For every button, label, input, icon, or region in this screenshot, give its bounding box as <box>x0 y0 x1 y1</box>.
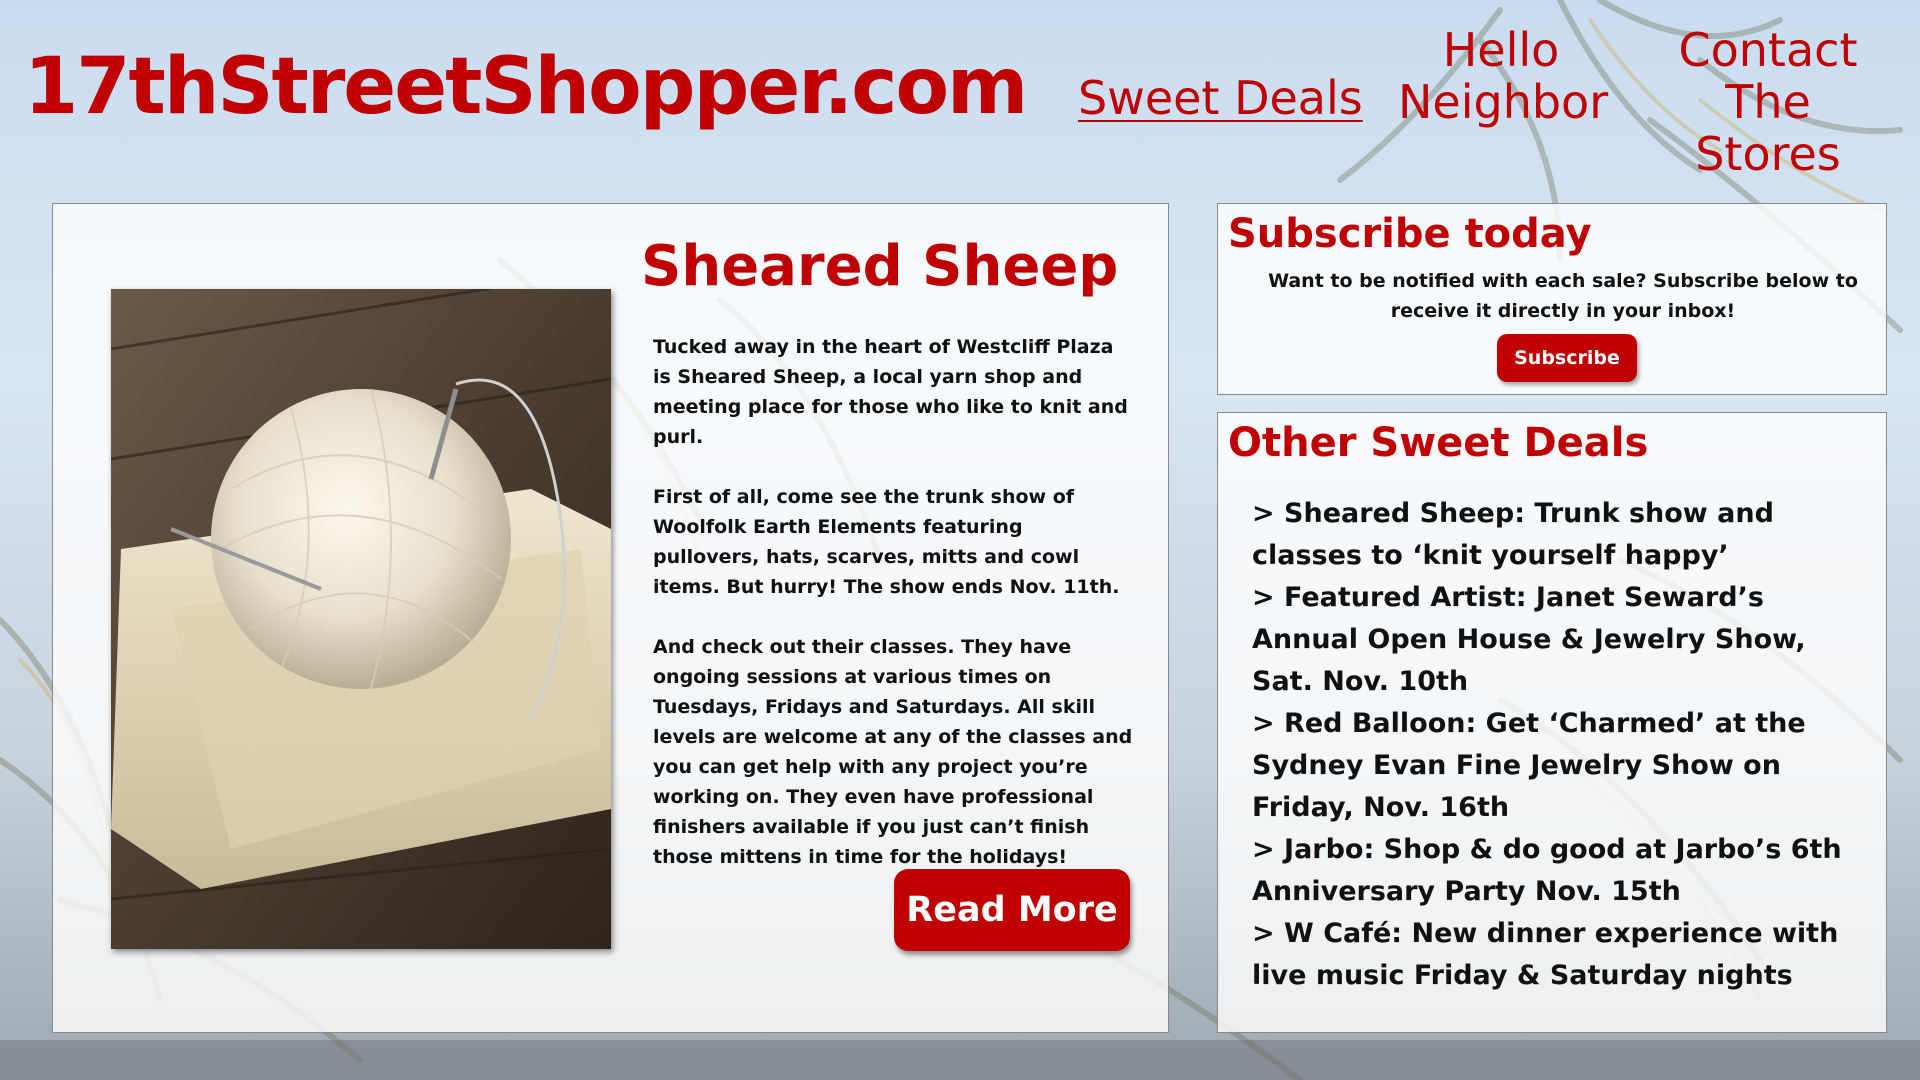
article-panel: Sheared Sheep Tucked away in the heart o… <box>52 203 1169 1033</box>
nav-hello-neighbor[interactable]: Hello Neighbor <box>1398 23 1609 129</box>
subscribe-button[interactable]: Subscribe <box>1497 334 1637 382</box>
subscribe-title: Subscribe today <box>1228 211 1592 257</box>
nav-contact-line1: Contact <box>1678 23 1858 77</box>
subscribe-text: Want to be notified with each sale? Subs… <box>1268 270 1858 322</box>
deal-link[interactable]: > Sheared Sheep: Trunk show and classes … <box>1252 493 1862 577</box>
article-body: Tucked away in the heart of Westcliff Pl… <box>653 332 1133 902</box>
article-photo <box>111 289 611 949</box>
other-deals-panel: Other Sweet Deals > Sheared Sheep: Trunk… <box>1217 412 1887 1033</box>
deal-link[interactable]: > Red Balloon: Get ‘Charmed’ at the Sydn… <box>1252 703 1862 829</box>
nav-sweet-deals[interactable]: Sweet Deals <box>1078 72 1363 124</box>
deals-list: > Sheared Sheep: Trunk show and classes … <box>1252 493 1862 997</box>
deal-link[interactable]: > W Café: New dinner experience with liv… <box>1252 913 1862 997</box>
nav-contact-line2: The Stores <box>1695 75 1841 181</box>
read-more-button[interactable]: Read More <box>894 869 1130 951</box>
article-title: Sheared Sheep <box>641 234 1119 299</box>
article-paragraph: And check out their classes. They have o… <box>653 636 1133 868</box>
nav-contact-stores[interactable]: Contact The Stores <box>1648 24 1888 180</box>
other-deals-title: Other Sweet Deals <box>1228 420 1649 466</box>
article-paragraph: Tucked away in the heart of Westcliff Pl… <box>653 336 1128 448</box>
article-paragraph: First of all, come see the trunk show of… <box>653 486 1120 598</box>
nav-hello-neighbor-line1: Hello <box>1442 23 1560 77</box>
site-logo[interactable]: 17thStreetShopper.com <box>24 48 1028 126</box>
nav-hello-neighbor-line2: Neighbor <box>1398 75 1609 129</box>
deal-link[interactable]: > Jarbo: Shop & do good at Jarbo’s 6th A… <box>1252 829 1862 913</box>
deal-link[interactable]: > Featured Artist: Janet Seward’s Annual… <box>1252 577 1862 703</box>
subscribe-panel: Subscribe today Want to be notified with… <box>1217 203 1887 395</box>
